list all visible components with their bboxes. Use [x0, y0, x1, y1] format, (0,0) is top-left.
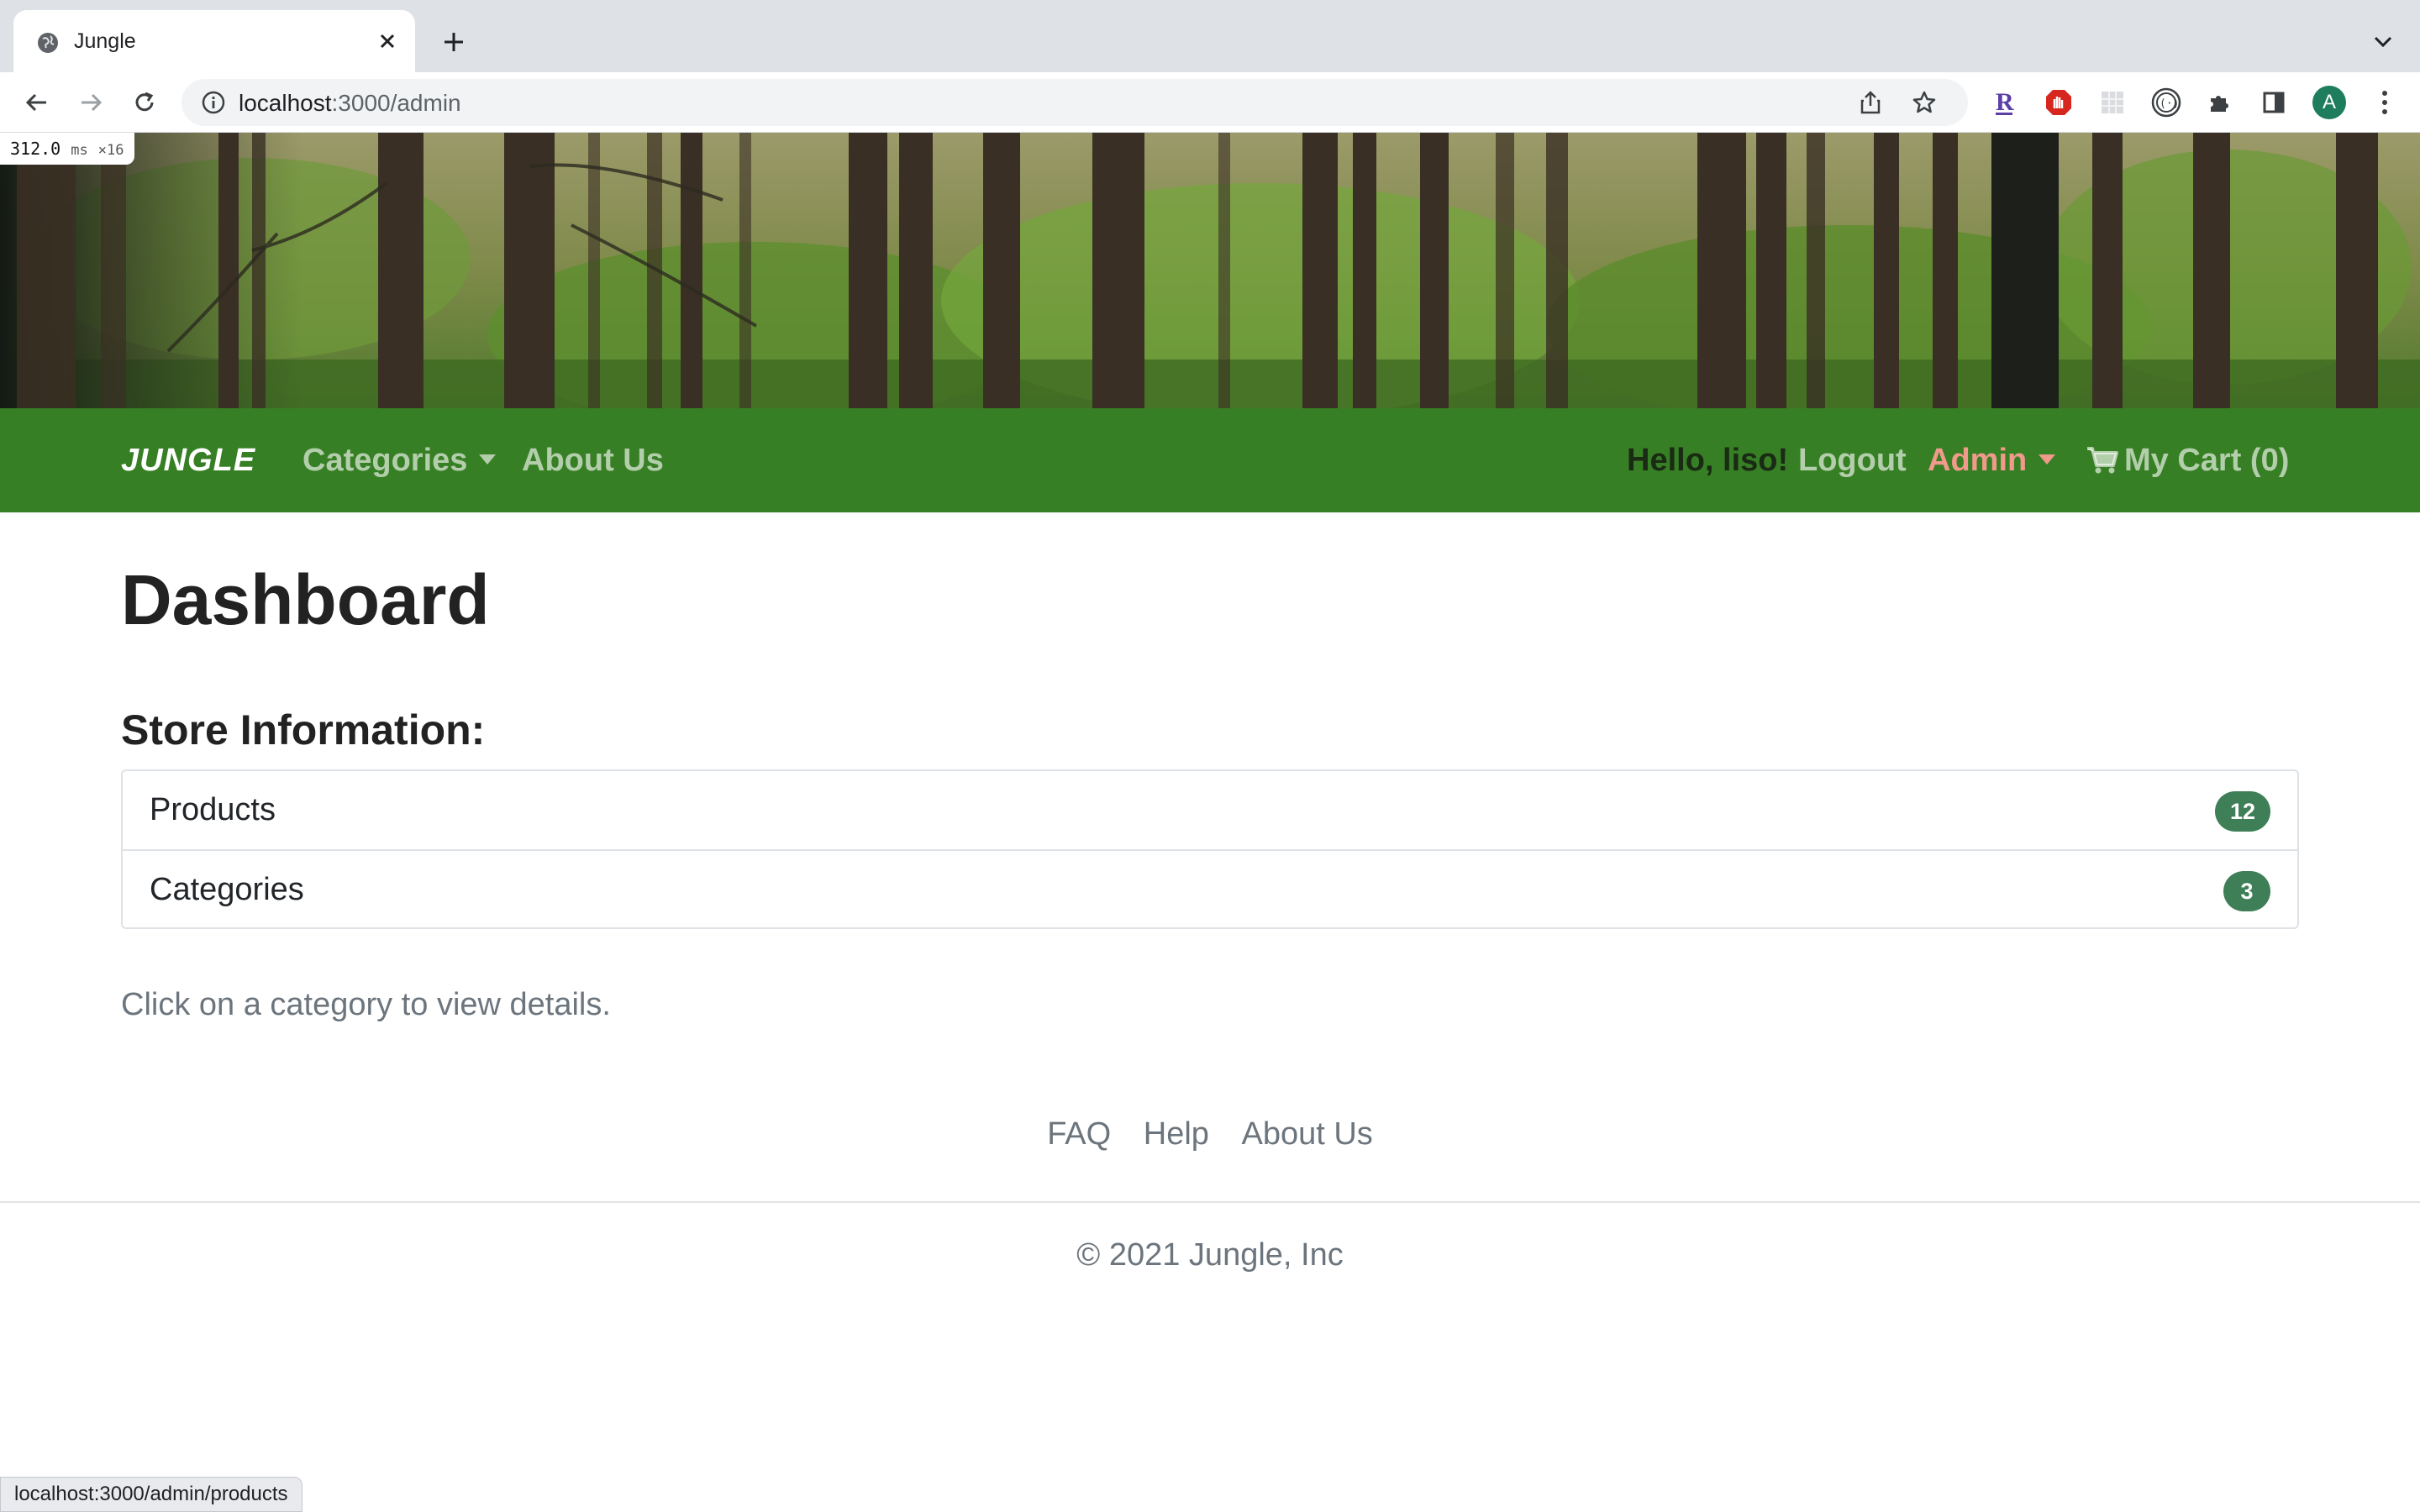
forward-arrow-icon	[82, 93, 103, 112]
footer-link-about[interactable]: About Us	[1242, 1116, 1373, 1152]
avatar: A	[2312, 86, 2346, 119]
side-panel-icon[interactable]	[2255, 84, 2292, 121]
url-path: :3000/admin	[331, 90, 461, 116]
browser-toolbar: localhost:3000/admin R (·) A	[0, 72, 2420, 133]
kebab-menu-icon	[2382, 91, 2387, 114]
globe-icon	[38, 33, 58, 53]
tab-strip: Jungle	[0, 0, 2420, 72]
count-badge: 12	[2214, 791, 2270, 832]
back-button[interactable]	[18, 84, 55, 121]
page-title: Dashboard	[121, 560, 490, 639]
status-url-bubble: localhost:3000/admin/products	[0, 1477, 302, 1512]
greeting-text: Hello, liso!	[1627, 443, 1789, 478]
perf-value: 312.0	[10, 139, 61, 159]
address-bar[interactable]: localhost:3000/admin	[182, 79, 1968, 126]
info-icon[interactable]	[200, 89, 227, 116]
grid-extension-icon[interactable]	[2094, 84, 2131, 121]
store-info-list: Products 12 Categories 3	[121, 769, 2299, 929]
caret-down-icon	[479, 454, 497, 465]
footer-link-faq[interactable]: FAQ	[1047, 1116, 1111, 1152]
admin-dropdown[interactable]: Admin	[1928, 408, 2056, 512]
reload-button[interactable]	[126, 84, 163, 121]
shield-extension-icon[interactable]	[2040, 84, 2077, 121]
browser-menu-button[interactable]	[2366, 84, 2403, 121]
chevron-down-icon	[2374, 36, 2392, 48]
site-navbar: JUNGLE Categories About Us Hello, liso! …	[0, 408, 2420, 512]
reload-icon	[135, 92, 154, 112]
perf-unit: ms	[71, 142, 88, 159]
list-item-products[interactable]: Products 12	[123, 771, 2297, 849]
caret-down-icon	[2039, 454, 2056, 465]
performance-badge: 312.0 ms ×16	[0, 133, 134, 165]
cart-label: My Cart (0)	[2124, 443, 2290, 478]
perf-multiplier: ×16	[97, 142, 124, 159]
footer-links: FAQ Help About Us	[0, 1112, 2420, 1156]
logout-link[interactable]: Logout	[1798, 408, 1907, 512]
close-icon[interactable]	[373, 27, 402, 55]
svg-text:(·): (·)	[2160, 97, 2179, 110]
brand-logo[interactable]: JUNGLE	[121, 408, 255, 512]
forward-button[interactable]	[72, 84, 109, 121]
footer-divider	[0, 1201, 2420, 1203]
admin-label: Admin	[1928, 443, 2028, 478]
browser-tab[interactable]: Jungle	[13, 10, 415, 72]
categories-label: Categories	[302, 443, 468, 478]
about-us-link[interactable]: About Us	[522, 408, 664, 512]
copyright-text: © 2021 Jungle, Inc	[1076, 1237, 1344, 1273]
list-item-label: Categories	[150, 872, 304, 907]
hero-forest-image	[0, 133, 2420, 408]
hint-text: Click on a category to view details.	[121, 987, 611, 1022]
url-text[interactable]: localhost:3000/admin	[239, 89, 461, 118]
count-badge: 3	[2223, 871, 2270, 911]
list-item-label: Products	[150, 792, 276, 827]
profile-avatar[interactable]: A	[2311, 84, 2348, 121]
new-tab-button[interactable]	[437, 25, 471, 59]
svg-text:R: R	[1996, 88, 2014, 116]
section-title: Store Information:	[121, 706, 486, 753]
categories-dropdown[interactable]: Categories	[302, 408, 497, 512]
code-extension-icon[interactable]: (·)	[2148, 84, 2185, 121]
bookmark-star-icon[interactable]	[1907, 86, 1941, 119]
share-icon[interactable]	[1854, 86, 1887, 119]
list-item-categories[interactable]: Categories 3	[123, 849, 2297, 927]
tab-search-button[interactable]	[2366, 25, 2400, 59]
readability-extension-icon[interactable]: R	[1986, 84, 2023, 121]
back-arrow-icon	[25, 93, 46, 112]
puzzle-icon[interactable]	[2202, 84, 2238, 121]
cart-link[interactable]: My Cart (0)	[2086, 408, 2289, 512]
plus-icon	[445, 33, 463, 51]
tab-title: Jungle	[74, 29, 136, 53]
url-host: localhost	[239, 90, 332, 116]
cart-icon	[2087, 447, 2118, 474]
footer-link-help[interactable]: Help	[1144, 1116, 1209, 1152]
